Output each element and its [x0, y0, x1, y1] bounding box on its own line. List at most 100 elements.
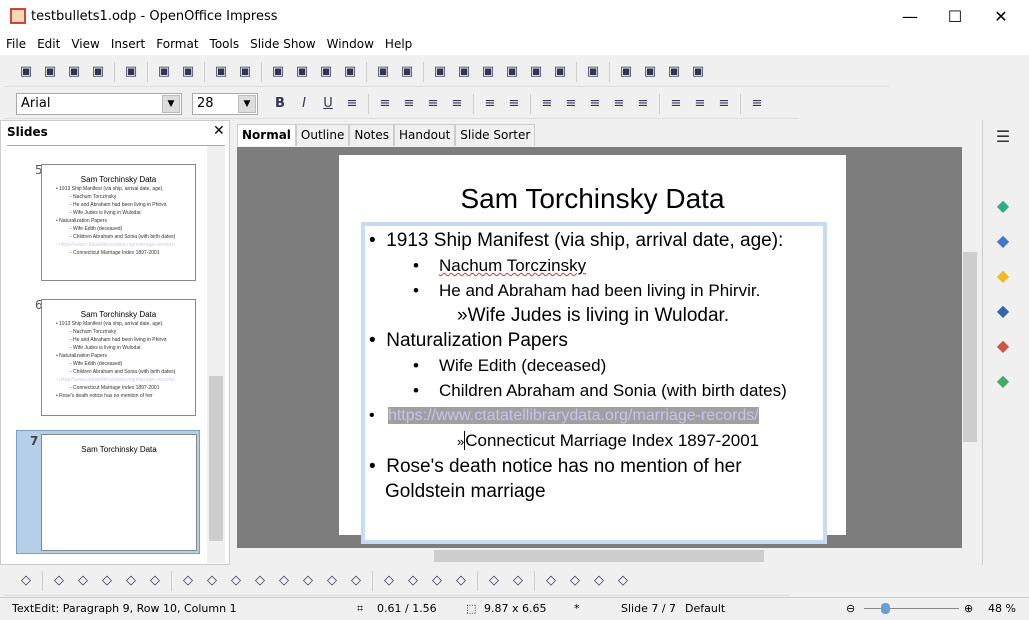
- clone-formatting-icon[interactable]: ▣: [340, 62, 360, 82]
- layout-icon[interactable]: ▣: [640, 62, 660, 82]
- insert-image-icon[interactable]: ◇: [484, 571, 504, 591]
- scrollbar-thumb[interactable]: [434, 550, 764, 562]
- stars-icon[interactable]: ◇: [346, 571, 366, 591]
- navigator-icon[interactable]: ◆: [993, 370, 1013, 390]
- select-icon[interactable]: ◇: [16, 571, 36, 591]
- menu-insert[interactable]: Insert: [105, 35, 150, 51]
- flowchart-icon[interactable]: ◇: [298, 571, 318, 591]
- text-icon[interactable]: ◇: [145, 571, 165, 591]
- zoom-icon[interactable]: ▣: [550, 62, 570, 82]
- email-icon[interactable]: ▣: [88, 62, 108, 82]
- menu-window[interactable]: Window: [321, 35, 379, 51]
- menu-file[interactable]: File: [0, 35, 31, 51]
- rotate-icon[interactable]: ◇: [508, 571, 528, 591]
- font-name-box[interactable]: Arial ▼: [16, 92, 182, 115]
- slide-title[interactable]: Sam Torchinsky Data: [339, 183, 846, 215]
- minimize-button[interactable]: —: [890, 6, 930, 28]
- custom-animation-icon[interactable]: ◆: [993, 230, 1013, 250]
- italic-button[interactable]: I: [294, 94, 314, 114]
- export-pdf-icon[interactable]: ▣: [154, 62, 174, 82]
- tab-handout[interactable]: Handout: [394, 124, 456, 146]
- open-icon[interactable]: ▣: [40, 62, 60, 82]
- slide-thumbnail-7-selected[interactable]: 7 Sam Torchinsky Data: [16, 430, 200, 554]
- status-zoom[interactable]: 48 %: [988, 602, 1016, 615]
- bold-button[interactable]: B: [270, 94, 290, 114]
- close-pane-icon[interactable]: ✕: [213, 123, 225, 139]
- menu-slide-show[interactable]: Slide Show: [244, 35, 320, 51]
- increase-font-icon[interactable]: ≡: [609, 94, 629, 114]
- underline-button[interactable]: U: [318, 94, 338, 114]
- tab-slide-sorter[interactable]: Slide Sorter: [455, 124, 536, 146]
- new-icon[interactable]: ▣: [16, 62, 36, 82]
- close-button[interactable]: ✕: [981, 6, 1021, 28]
- center-icon[interactable]: ≡: [399, 94, 419, 114]
- extrusion-icon[interactable]: ◇: [589, 571, 609, 591]
- zoom-slider-handle[interactable]: [881, 603, 890, 614]
- from-file-icon[interactable]: ◇: [427, 571, 447, 591]
- scrollbar-thumb[interactable]: [963, 252, 977, 442]
- ellipse-icon[interactable]: ◇: [121, 571, 141, 591]
- bullets-numbering-icon[interactable]: ≡: [714, 94, 734, 114]
- menu-help[interactable]: Help: [379, 35, 417, 51]
- table-icon[interactable]: ▣: [454, 62, 474, 82]
- align-right-icon[interactable]: ≡: [423, 94, 443, 114]
- properties-icon[interactable]: ☰: [993, 126, 1013, 146]
- tab-notes[interactable]: Notes: [349, 124, 395, 146]
- menu-format[interactable]: Format: [150, 35, 203, 51]
- gallery-icon[interactable]: ▣: [478, 62, 498, 82]
- move-up-icon[interactable]: ≡: [561, 94, 581, 114]
- block-arrows-icon[interactable]: ◇: [274, 571, 294, 591]
- gallery-icon[interactable]: ◆: [993, 335, 1013, 355]
- styles-icon[interactable]: ◆: [993, 300, 1013, 320]
- chevron-down-icon[interactable]: ▼: [238, 94, 256, 113]
- arrange-icon[interactable]: ◇: [565, 571, 585, 591]
- tab-normal[interactable]: Normal: [237, 124, 296, 146]
- basic-shapes-icon[interactable]: ◇: [226, 571, 246, 591]
- grid-icon[interactable]: ▣: [502, 62, 522, 82]
- redo-icon[interactable]: ▣: [397, 62, 417, 82]
- slide-thumbnail-6[interactable]: Sam Torchinsky Data • 1913 Ship Manifest …: [41, 299, 196, 416]
- chart-icon[interactable]: ▣: [430, 62, 450, 82]
- paragraph-icon[interactable]: ≡: [690, 94, 710, 114]
- menu-edit[interactable]: Edit: [31, 35, 65, 51]
- vertical-scrollbar[interactable]: [962, 147, 978, 548]
- presentation-icon[interactable]: ▣: [688, 62, 708, 82]
- bullets-icon[interactable]: ≡: [480, 94, 500, 114]
- content-text-box[interactable]: • 1913 Ship Manifest (via ship, arrival …: [361, 222, 827, 544]
- symbol-shapes-icon[interactable]: ◇: [250, 571, 270, 591]
- slides-scrollbar[interactable]: [207, 146, 225, 563]
- line-icon[interactable]: ◇: [49, 571, 69, 591]
- rectangle-icon[interactable]: ◇: [97, 571, 117, 591]
- print-icon[interactable]: ▣: [178, 62, 198, 82]
- paste-icon[interactable]: ▣: [316, 62, 336, 82]
- menu-tools[interactable]: Tools: [204, 35, 245, 51]
- chevron-down-icon[interactable]: ▼: [162, 94, 180, 113]
- demote-icon[interactable]: ≡: [537, 94, 557, 114]
- undo-icon[interactable]: ▣: [373, 62, 393, 82]
- shadow-icon[interactable]: ≡: [342, 94, 362, 114]
- navigator-icon[interactable]: ▣: [526, 62, 546, 82]
- font-color-icon[interactable]: ≡: [747, 94, 767, 114]
- scrollbar-thumb[interactable]: [209, 376, 223, 541]
- edit-file-icon[interactable]: ▣: [121, 62, 141, 82]
- callouts-icon[interactable]: ◇: [322, 571, 342, 591]
- slide-thumbnail-5[interactable]: Sam Torchinsky Data • 1913 Ship Manifest …: [41, 164, 196, 281]
- fontwork-icon[interactable]: ◇: [403, 571, 423, 591]
- decrease-font-icon[interactable]: ≡: [633, 94, 653, 114]
- font-size-box[interactable]: 28 ▼: [192, 92, 258, 115]
- copy-icon[interactable]: ▣: [292, 62, 312, 82]
- save-icon[interactable]: ▣: [64, 62, 84, 82]
- justify-icon[interactable]: ≡: [447, 94, 467, 114]
- horizontal-scrollbar[interactable]: [237, 548, 978, 564]
- move-down-icon[interactable]: ≡: [585, 94, 605, 114]
- arrow-icon[interactable]: ◇: [73, 571, 93, 591]
- hyperlink[interactable]: https://www.ctatatellibrarydata.org/marr…: [387, 407, 759, 424]
- slide-canvas[interactable]: Sam Torchinsky Data • 1913 Ship Manifest…: [237, 147, 962, 548]
- curve-icon[interactable]: ◇: [178, 571, 198, 591]
- maximize-button[interactable]: ☐: [935, 6, 975, 28]
- connector-icon[interactable]: ◇: [202, 571, 222, 591]
- effects-icon[interactable]: ◇: [613, 571, 633, 591]
- help-icon[interactable]: ▣: [583, 62, 603, 82]
- menu-view[interactable]: View: [65, 35, 104, 51]
- spellcheck-icon[interactable]: ▣: [211, 62, 231, 82]
